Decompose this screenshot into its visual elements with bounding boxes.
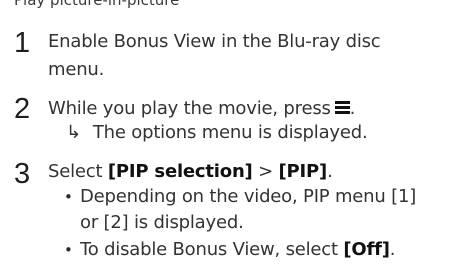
period: . — [327, 161, 333, 182]
option-pip: [PIP] — [278, 161, 328, 182]
step-result: ↳ The options menu is displayed. — [64, 119, 368, 147]
step-text-main: While you play the movie, press — [48, 98, 331, 119]
step-number: 3 — [14, 158, 31, 190]
step-text: Select [PIP selection] > [PIP]. — [48, 158, 333, 186]
step-number: 2 — [14, 93, 31, 125]
bullet-text: Depending on the video, PIP menu [1] — [80, 186, 417, 207]
step-number: 1 — [14, 27, 31, 59]
option-off: [Off] — [343, 239, 390, 260]
step-text: Enable Bonus View in the Blu-ray disc — [48, 31, 381, 52]
menu-icon — [334, 101, 350, 114]
bullet-icon: • — [64, 188, 73, 206]
period: . — [389, 239, 396, 260]
bullet-icon: • — [64, 241, 73, 259]
select-word: Select — [48, 161, 108, 182]
option-pip-selection: [PIP selection] — [107, 161, 253, 182]
bullet-text: or [2] is displayed. — [80, 212, 244, 233]
step-text: menu. — [48, 59, 105, 80]
result-arrow-icon: ↳ — [66, 122, 81, 143]
period: . — [349, 98, 356, 119]
separator: > — [252, 161, 279, 182]
bullet-text-main: To disable Bonus View, select — [80, 239, 344, 260]
bullet-text: To disable Bonus View, select [Off]. — [80, 236, 396, 264]
result-text: The options menu is displayed. — [92, 122, 368, 143]
section-heading: Play picture-in-picture — [14, 0, 180, 9]
